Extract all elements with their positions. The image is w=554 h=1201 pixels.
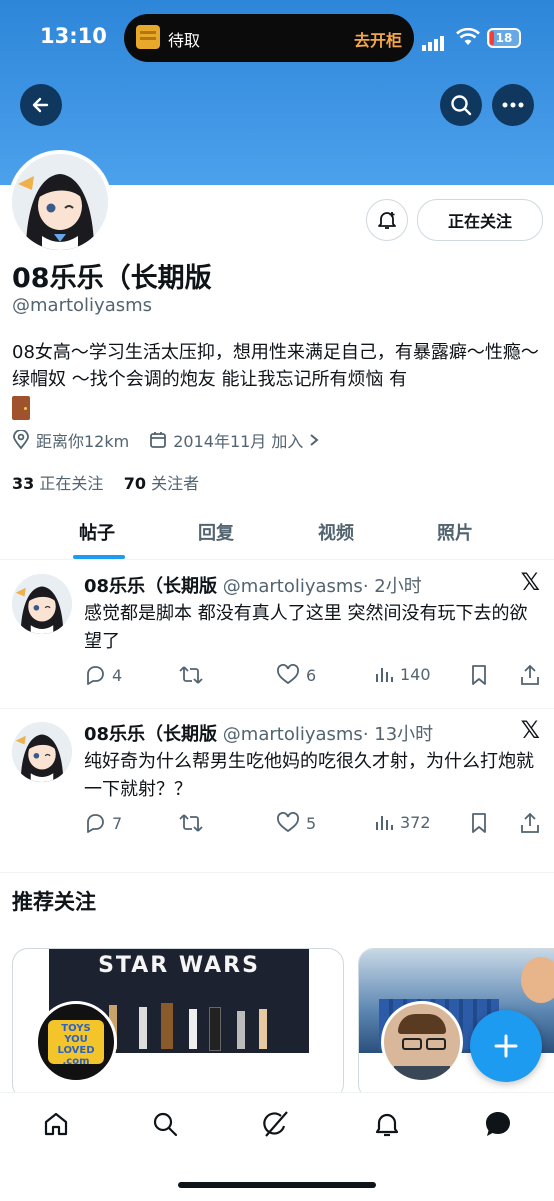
post-actions: 4 6 140 [84, 664, 544, 692]
active-tab-indicator [73, 555, 125, 559]
following-stat[interactable]: 33 正在关注 [12, 474, 103, 493]
more-dots-icon [502, 102, 524, 108]
tab-photos[interactable]: 照片 [437, 519, 473, 545]
repost-button[interactable] [178, 812, 204, 834]
views-button[interactable]: 372 [374, 812, 431, 832]
search-icon [153, 1112, 178, 1137]
post-item[interactable]: 08乐乐（长期版 @martoliyasms· 13小时 𝕏 纯好奇为什么帮男生… [0, 708, 554, 873]
post-avatar[interactable] [12, 722, 72, 782]
location-pin-icon [13, 430, 29, 450]
share-icon [521, 664, 539, 685]
package-icon [136, 25, 160, 49]
joined-text: 2014年11月 加入 [173, 432, 304, 451]
post-author-handle: @martoliyasms [222, 724, 363, 745]
heart-icon [277, 812, 299, 833]
calendar-icon [150, 432, 167, 448]
share-button[interactable] [520, 812, 540, 834]
recommended-title: 推荐关注 [12, 890, 96, 914]
bookmark-button[interactable] [470, 664, 488, 686]
nav-messages[interactable] [481, 1107, 515, 1141]
island-open-locker[interactable]: 去开柜 [354, 27, 402, 51]
share-icon [521, 812, 539, 833]
post-text: 感觉都是脚本 都没有真人了这里 突然间没有玩下去的欲望了 [84, 603, 528, 652]
profile-name: 08乐乐（长期版 [12, 263, 212, 294]
grok-icon [263, 1111, 288, 1137]
reply-icon [87, 666, 104, 685]
recommend-card[interactable]: STAR WARS TOYS YOU LOVED .com [12, 948, 344, 1100]
home-icon [44, 1112, 68, 1136]
profile-handle: @martoliyasms [12, 295, 153, 316]
card-avatar[interactable] [381, 1001, 463, 1083]
dynamic-island[interactable]: 待取 去开柜 [124, 14, 414, 62]
views-bar-icon [376, 668, 393, 682]
post-header: 08乐乐（长期版 @martoliyasms· 13小时 [84, 720, 433, 746]
post-avatar[interactable] [12, 574, 72, 634]
reply-icon [87, 814, 104, 833]
compose-fab-button[interactable] [470, 1010, 542, 1082]
cellular-signal-icon [422, 32, 446, 51]
bookmark-icon [472, 665, 486, 685]
nav-grok[interactable] [259, 1107, 293, 1141]
post-item[interactable]: 08乐乐（长期版 @martoliyasms· 2小时 𝕏 感觉都是脚本 都没有… [0, 560, 554, 709]
post-time: · 13小时 [362, 724, 434, 745]
bell-plus-icon [378, 212, 396, 229]
battery-icon: 18 [487, 28, 521, 48]
post-header: 08乐乐（长期版 @martoliyasms· 2小时 [84, 572, 422, 598]
door-emoji-icon [12, 396, 30, 420]
tab-replies[interactable]: 回复 [198, 519, 234, 545]
bell-icon [375, 1113, 399, 1137]
more-button[interactable] [492, 84, 534, 126]
back-button[interactable] [20, 84, 62, 126]
reply-button[interactable]: 7 [84, 812, 122, 834]
repost-button[interactable] [178, 664, 204, 686]
post-actions: 7 5 372 [84, 812, 544, 840]
status-time: 13:10 [40, 24, 107, 48]
post-author-name[interactable]: 08乐乐（长期版 [84, 576, 217, 597]
like-button[interactable]: 5 [276, 812, 316, 834]
following-button[interactable]: 正在关注 [417, 199, 543, 241]
bio-text: 08女高～学习生活太压抑，想用性来满足自己，有暴露癖～性瘾～绿帽奴 ～找个会调的… [12, 342, 539, 390]
card-banner-title: STAR WARS [98, 953, 260, 978]
nav-notifications[interactable] [370, 1107, 404, 1141]
followers-stat[interactable]: 70 关注者 [124, 474, 199, 493]
post-text: 纯好奇为什么帮男生吃他妈的吃很久才射，为什么打炮就一下就射？？ [84, 751, 534, 800]
search-icon [451, 95, 472, 116]
location-text: 距离你12km [36, 432, 130, 451]
tab-posts[interactable]: 帖子 [79, 519, 115, 545]
post-time: · 2小时 [362, 576, 422, 597]
plus-icon [494, 1034, 518, 1058]
bookmark-icon [472, 813, 486, 833]
post-author-name[interactable]: 08乐乐（长期版 [84, 724, 217, 745]
nav-search[interactable] [148, 1107, 182, 1141]
profile-bio: 08女高～学习生活太压抑，想用性来满足自己，有暴露癖～性瘾～绿帽奴 ～找个会调的… [12, 339, 542, 420]
repost-icon [179, 666, 203, 684]
chevron-right-icon[interactable] [309, 433, 319, 447]
heart-icon [277, 664, 299, 685]
home-indicator [178, 1182, 376, 1188]
island-pickup-label: 待取 [168, 31, 201, 50]
tab-videos[interactable]: 视频 [318, 519, 354, 545]
post-author-handle: @martoliyasms [222, 576, 363, 597]
search-button[interactable] [440, 84, 482, 126]
profile-tabs: 帖子 回复 视频 照片 [0, 505, 554, 560]
repost-icon [179, 814, 203, 832]
notify-button[interactable] [366, 199, 408, 241]
bookmark-button[interactable] [470, 812, 488, 834]
arrow-left-icon [32, 97, 49, 113]
follow-stats: 33 正在关注 70 关注者 [12, 470, 199, 494]
nav-home[interactable] [39, 1107, 73, 1141]
profile-meta: 距离你12km 2014年11月 加入 [12, 428, 319, 452]
wifi-icon [456, 27, 480, 50]
like-button[interactable]: 6 [276, 664, 316, 686]
x-logo-icon: 𝕏 [520, 568, 540, 596]
reply-button[interactable]: 4 [84, 664, 122, 686]
status-bar: 13:10 待取 去开柜 18 [0, 14, 554, 62]
card-avatar[interactable]: TOYS YOU LOVED .com [35, 1001, 117, 1083]
views-bar-icon [376, 816, 393, 830]
share-button[interactable] [520, 664, 540, 686]
x-logo-icon: 𝕏 [520, 716, 540, 744]
chat-bubble-icon [486, 1112, 510, 1136]
profile-avatar[interactable] [8, 150, 112, 254]
views-button[interactable]: 140 [374, 664, 431, 684]
